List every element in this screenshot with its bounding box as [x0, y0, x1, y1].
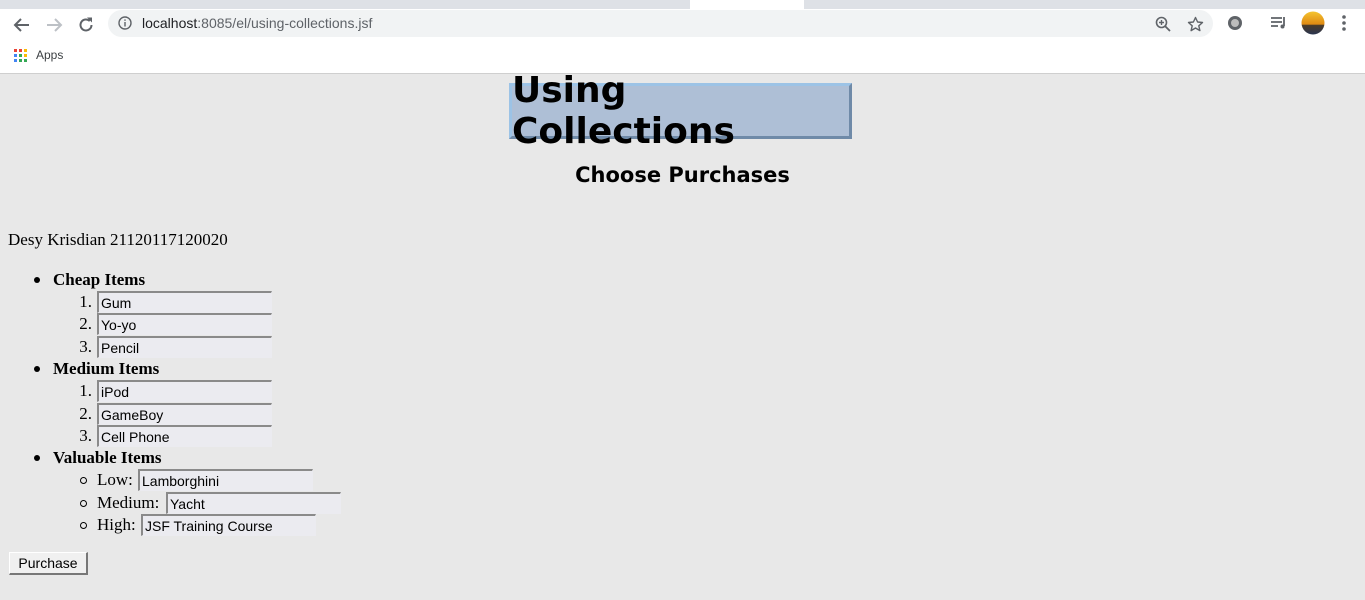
- bookmark-star-icon[interactable]: [1186, 15, 1204, 33]
- tab-strip: [0, 0, 1365, 9]
- url-host: localhost: [142, 15, 198, 31]
- valuable-medium-label: Medium:: [97, 492, 160, 512]
- circle-bullet-icon: [80, 522, 87, 530]
- cheap-item-1-input[interactable]: Gum: [97, 291, 272, 313]
- purchase-button[interactable]: Purchase: [9, 552, 88, 575]
- profile-avatar[interactable]: [1301, 11, 1325, 35]
- list-item: 2. Yo-yo: [53, 313, 272, 336]
- more-menu-icon[interactable]: [1334, 13, 1354, 33]
- list-number: 3.: [79, 336, 92, 356]
- url-text[interactable]: localhost:8085/el/using-collections.jsf: [142, 15, 372, 31]
- list-item: Low: Lamborghini: [53, 469, 313, 492]
- extension-icon[interactable]: [1225, 13, 1245, 33]
- forward-icon[interactable]: [40, 11, 68, 39]
- list-item: High: JSF Training Course: [53, 514, 316, 537]
- valuable-low-input[interactable]: Lamborghini: [138, 469, 313, 492]
- page-subtitle: Choose Purchases: [575, 163, 790, 187]
- valuable-medium-input[interactable]: Yacht: [166, 491, 341, 514]
- list-item: 1. Gum: [53, 291, 272, 313]
- medium-item-2-input[interactable]: GameBoy: [97, 402, 272, 425]
- valuable-high-label: High:: [97, 515, 136, 535]
- circle-bullet-icon: [80, 477, 87, 485]
- active-tab[interactable]: [690, 0, 804, 9]
- valuable-low-label: Low:: [97, 470, 133, 490]
- list-item: Medium: Yacht: [53, 491, 341, 514]
- category-cheap-items: Cheap Items: [33, 269, 161, 291]
- url-path: :8085/el/using-collections.jsf: [197, 15, 373, 31]
- apps-label: Apps: [36, 48, 64, 62]
- valuable-high-input[interactable]: JSF Training Course: [141, 514, 316, 537]
- medium-item-1-input[interactable]: iPod: [97, 380, 272, 403]
- apps-shortcut[interactable]: Apps: [14, 48, 63, 62]
- purchase-list: Cheap Items 1. Gum 2. Yo-yo 3. Pencil Me…: [33, 269, 341, 537]
- list-number: 1.: [79, 381, 92, 401]
- browser-toolbar: localhost:8085/el/using-collections.jsf: [0, 9, 1365, 42]
- category-medium-items: Medium Items: [33, 358, 161, 380]
- reload-icon[interactable]: [72, 11, 100, 39]
- list-number: 1.: [79, 292, 92, 311]
- list-item: 1. iPod: [53, 380, 272, 403]
- medium-item-3-input[interactable]: Cell Phone: [97, 424, 272, 447]
- cheap-item-2-input[interactable]: Yo-yo: [97, 313, 272, 336]
- list-number: 2.: [79, 403, 92, 423]
- list-item: 2. GameBoy: [53, 402, 272, 425]
- back-icon[interactable]: [8, 11, 36, 39]
- list-number: 2.: [79, 314, 92, 334]
- category-valuable-items: Valuable Items: [33, 448, 162, 468]
- media-queue-icon[interactable]: [1269, 13, 1289, 33]
- page-title: Using Collections: [509, 70, 852, 152]
- author-line: Desy Krisdian 21120117120020: [8, 230, 228, 249]
- zoom-icon[interactable]: [1154, 15, 1172, 33]
- address-bar[interactable]: localhost:8085/el/using-collections.jsf: [108, 10, 1213, 37]
- circle-bullet-icon: [80, 499, 87, 507]
- list-item: 3. Cell Phone: [53, 424, 272, 447]
- list-item: 3. Pencil: [53, 335, 272, 358]
- info-icon[interactable]: [118, 16, 132, 35]
- cheap-item-3-input[interactable]: Pencil: [97, 335, 272, 358]
- apps-grid-icon: [14, 48, 27, 62]
- list-number: 3.: [79, 425, 92, 445]
